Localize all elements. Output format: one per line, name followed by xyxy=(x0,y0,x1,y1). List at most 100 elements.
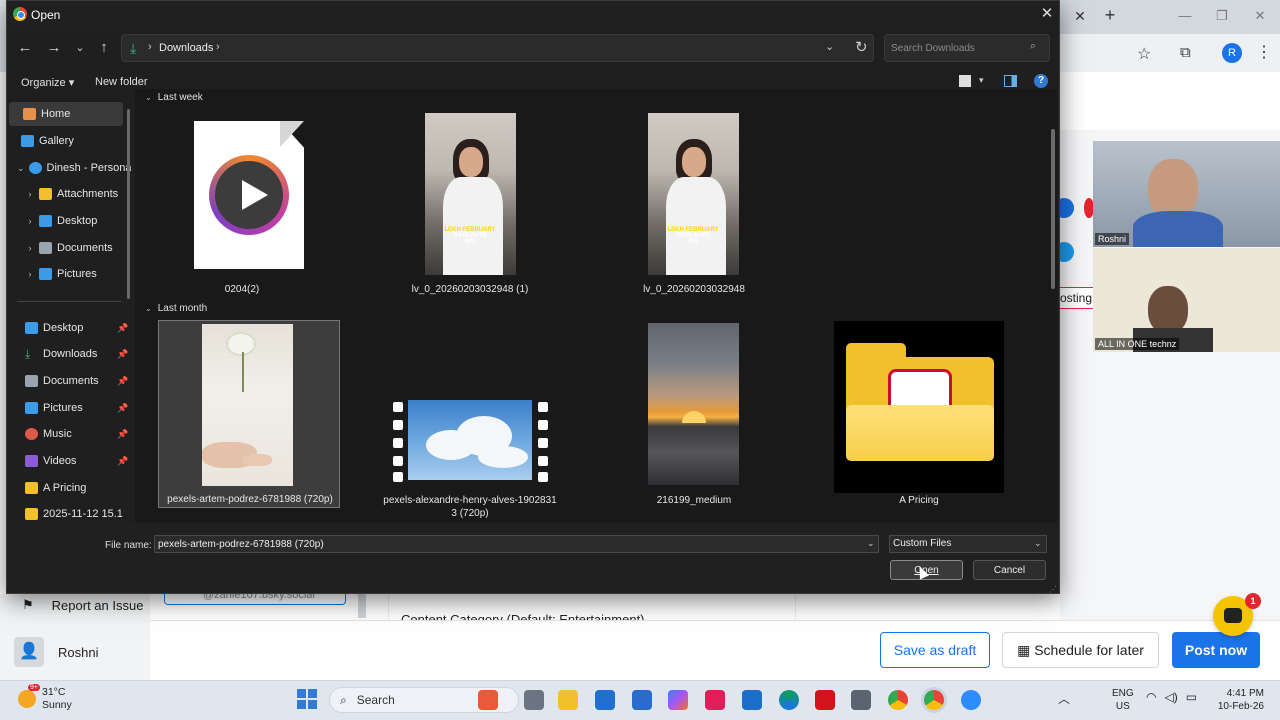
breadcrumb-downloads[interactable]: Downloads xyxy=(159,42,213,54)
store-icon[interactable] xyxy=(632,690,652,710)
forward-arrow-icon[interactable]: → xyxy=(44,38,64,58)
chevron-right-icon[interactable]: › xyxy=(216,41,220,53)
language-indicator[interactable]: ENG US xyxy=(1112,687,1134,713)
new-folder-button[interactable]: New folder xyxy=(95,76,148,88)
quick-access-pictures[interactable]: Pictures 📌 xyxy=(21,396,131,420)
scrollbar[interactable] xyxy=(358,594,366,618)
widget-gift-icon[interactable] xyxy=(478,690,498,710)
minimize-icon[interactable]: — xyxy=(1175,8,1195,24)
help-icon[interactable]: ? xyxy=(1034,74,1048,88)
chrome-profile-icon[interactable] xyxy=(924,690,944,710)
chrome-icon[interactable] xyxy=(888,690,908,710)
user-menu[interactable]: 👤 Roshni xyxy=(14,637,98,667)
quick-access-a-pricing[interactable]: A Pricing xyxy=(21,476,131,500)
file-type-select[interactable]: Custom Files xyxy=(889,535,1047,553)
resize-grip-icon[interactable]: ⋰ xyxy=(1049,585,1057,594)
folder-icon xyxy=(25,508,38,520)
acrobat-icon[interactable] xyxy=(815,690,835,710)
video-thumbnail: LEKH FEBRUARY RATE RATE WO xyxy=(425,113,516,275)
battery-icon: ▭ xyxy=(1185,690,1198,704)
file-tile[interactable]: 216199_medium xyxy=(603,320,785,510)
file-name-line2: 3 (720p) xyxy=(451,508,489,519)
profile-avatar[interactable]: R xyxy=(1222,43,1242,63)
chevron-right-icon[interactable]: › xyxy=(148,41,152,53)
save-draft-button[interactable]: Save as draft xyxy=(880,632,990,668)
refresh-icon[interactable]: ↻ xyxy=(855,38,868,56)
organize-menu[interactable]: Organize ▾ xyxy=(21,76,74,89)
weather-widget[interactable]: 31°C Sunny xyxy=(18,686,72,712)
participant-video: ALL IN ONE technz xyxy=(1093,248,1280,352)
back-arrow-icon[interactable]: ← xyxy=(15,38,35,58)
maximize-icon[interactable]: ❐ xyxy=(1212,8,1232,24)
photo-thumbnail xyxy=(648,323,739,485)
view-dropdown-icon[interactable]: ▾ xyxy=(979,75,984,86)
quick-access-desktop[interactable]: Desktop 📌 xyxy=(21,316,131,340)
file-tile[interactable]: LEKH FEBRUARY RATE RATE WO lv_0_2026020303… xyxy=(379,111,561,301)
file-tile[interactable]: 0204(2) xyxy=(151,111,333,301)
quick-access-videos[interactable]: Videos 📌 xyxy=(21,449,131,473)
sidebar-item-documents[interactable]: › Documents xyxy=(25,236,131,260)
quick-access-documents[interactable]: Documents 📌 xyxy=(21,369,131,393)
file-explorer-icon[interactable] xyxy=(558,690,578,710)
preview-pane-icon[interactable] xyxy=(1004,75,1017,87)
recent-locations-chevron-icon[interactable]: ⌄ xyxy=(70,38,90,58)
tray-chevron-icon[interactable]: ︿ xyxy=(1058,690,1070,707)
sidebar-item-home[interactable]: Home xyxy=(9,102,123,126)
extensions-icon[interactable]: ⧉ xyxy=(1180,44,1191,61)
desktop-icon xyxy=(39,215,52,227)
group-header-last-week[interactable]: ⌄ Last week xyxy=(145,92,203,103)
file-tile[interactable]: pexels-alexandre-henry-alves-1902831 3 (… xyxy=(379,320,561,520)
file-tile-selected[interactable]: pexels-artem-podrez-6781988 (720p) xyxy=(158,320,340,508)
sidebar-item-label: Dinesh - Persona xyxy=(46,162,131,174)
search-input[interactable] xyxy=(884,34,1050,62)
sidebar-item-attachments[interactable]: › Attachments xyxy=(25,182,131,206)
browser-toolbar xyxy=(1060,34,1280,72)
post-now-button[interactable]: Post now xyxy=(1172,632,1260,668)
address-dropdown-icon[interactable]: ⌄ xyxy=(825,40,834,53)
file-tile[interactable]: LEKH FEBRUARY RATE RATE WO lv_0_2026020303… xyxy=(603,111,785,301)
up-arrow-icon[interactable]: ↑ xyxy=(94,38,114,58)
sidebar-item-pictures[interactable]: › Pictures xyxy=(25,262,131,286)
app-icon[interactable] xyxy=(742,690,762,710)
sidebar-item-label: Gallery xyxy=(39,135,74,147)
chevron-down-icon[interactable]: ⌄ xyxy=(1034,538,1042,549)
participant-name: Roshni xyxy=(1095,233,1130,245)
dialog-navbar: ← → ⌄ ↑ ⤓ › Downloads › ⌄ ↻ ⌕ xyxy=(7,29,1059,67)
nav-pane-scrollbar[interactable] xyxy=(127,109,130,299)
clock[interactable]: 4:41 PM 10-Feb-26 xyxy=(1212,687,1264,713)
sidebar-item-desktop[interactable]: › Desktop xyxy=(25,209,131,233)
chevron-down-icon[interactable]: ⌄ xyxy=(867,538,875,549)
calculator-icon[interactable] xyxy=(851,690,871,710)
close-icon[interactable]: ✕ xyxy=(1037,5,1057,23)
view-mode-icon[interactable] xyxy=(959,75,971,87)
tab-close-icon[interactable]: ✕ xyxy=(1072,8,1088,24)
download-icon: ⤓ xyxy=(130,40,137,56)
mail-icon[interactable] xyxy=(595,690,615,710)
sidebar-item-gallery[interactable]: Gallery xyxy=(7,129,123,153)
browser-menu-icon[interactable]: ⋮ xyxy=(1256,42,1272,62)
sidebar-item-onedrive[interactable]: ⌄ Dinesh - Persona xyxy=(7,156,131,180)
file-name-input[interactable] xyxy=(154,535,879,553)
zoom-icon[interactable] xyxy=(961,690,981,710)
new-tab-icon[interactable]: + xyxy=(1101,6,1119,24)
window-close-icon[interactable]: ✕ xyxy=(1250,8,1270,24)
system-tray[interactable]: ◠ ◁) ▭ xyxy=(1146,690,1197,704)
folder-tile[interactable]: A Pricing xyxy=(828,320,1010,510)
address-bar[interactable]: ⤓ › Downloads › ⌄ ↻ xyxy=(121,34,874,62)
cancel-button[interactable]: Cancel xyxy=(973,560,1046,580)
bookmark-star-icon[interactable]: ☆ xyxy=(1137,44,1151,64)
edge-icon[interactable] xyxy=(779,690,799,710)
sidebar-item-label: 2025-11-12 15.1 xyxy=(43,508,123,520)
schedule-later-button[interactable]: ▦ Schedule for later xyxy=(1002,632,1159,668)
file-list-scrollbar[interactable] xyxy=(1051,129,1055,289)
quick-access-downloads[interactable]: ⤓ Downloads 📌 xyxy=(21,342,131,366)
quick-access-music[interactable]: Music 📌 xyxy=(21,422,131,446)
copilot-icon[interactable] xyxy=(668,690,688,710)
windows-start-icon[interactable] xyxy=(297,689,317,709)
task-view-icon[interactable] xyxy=(524,690,544,710)
slack-icon[interactable] xyxy=(705,690,725,710)
quick-access-recent-folder[interactable]: 2025-11-12 15.1 xyxy=(21,502,131,523)
report-issue-link[interactable]: ⚑ Report an Issue xyxy=(22,597,143,613)
group-header-last-month[interactable]: ⌄ Last month xyxy=(145,303,207,314)
pin-icon: 📌 xyxy=(117,348,129,359)
